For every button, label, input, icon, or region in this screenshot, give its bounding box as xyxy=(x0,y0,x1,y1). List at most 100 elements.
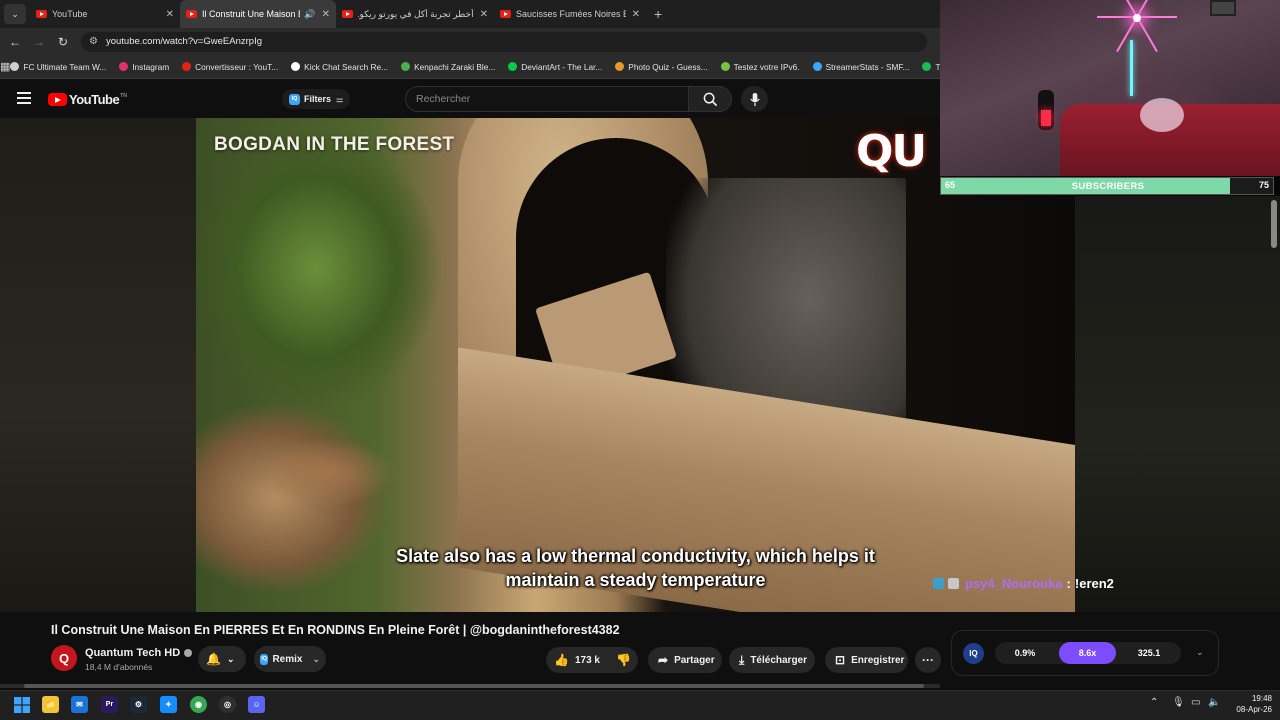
bookmark-item[interactable]: StreamerStats - SMF... xyxy=(812,61,910,72)
chat-badge-icon xyxy=(933,578,944,589)
save-button[interactable]: ⊡ Enregistrer xyxy=(825,647,908,673)
chrome-icon[interactable]: ◉ xyxy=(190,696,207,713)
page-scrollbar[interactable] xyxy=(1271,200,1277,248)
lamp-ray xyxy=(1116,16,1138,53)
wall-frame-decor xyxy=(1210,0,1236,16)
video-scene-dirt xyxy=(256,438,396,508)
tab-arabic-video[interactable]: أخطر تجربة أكل في يورتو ريكو... ✕ xyxy=(336,0,494,28)
tray-volume-icon[interactable]: 🔈 xyxy=(1208,697,1220,708)
youtube-play-icon xyxy=(48,93,67,106)
bookmark-favicon-icon xyxy=(508,62,518,71)
caption-line-1: Slate also has a low thermal conductivit… xyxy=(396,546,875,566)
ambient-glow-right xyxy=(1075,196,1280,612)
bookmark-item[interactable]: Convertisseur : YouT... xyxy=(182,62,278,72)
like-button[interactable]: 👍 173 k xyxy=(554,653,600,667)
channel-name[interactable]: Quantum Tech HD xyxy=(85,647,180,659)
channel-name-link[interactable]: Quantum Tech HD xyxy=(85,647,193,659)
iq-extension-icon: IQ xyxy=(260,653,269,665)
outlook-icon[interactable]: ✉ xyxy=(71,696,88,713)
new-tab-icon[interactable]: + xyxy=(654,6,662,22)
youtube-favicon-icon xyxy=(186,10,197,18)
video-title: Il Construit Une Maison En PIERRES Et En… xyxy=(51,623,620,637)
menu-icon[interactable] xyxy=(17,92,31,107)
voice-search-button[interactable] xyxy=(741,86,768,112)
premiere-pro-icon[interactable]: Pr xyxy=(101,696,118,713)
search-input[interactable]: Rechercher xyxy=(405,86,689,112)
pillow-decor xyxy=(1140,98,1184,132)
bookmark-item[interactable]: Kick Chat Search Re... xyxy=(291,62,388,72)
share-button[interactable]: ➦ Partager xyxy=(648,647,722,673)
search-button[interactable] xyxy=(688,86,732,112)
bookmark-favicon-icon xyxy=(615,62,625,71)
bookmark-favicon-icon xyxy=(182,62,192,71)
channel-watermark: BOGDAN IN THE FOREST xyxy=(214,134,455,155)
close-tab-icon[interactable]: ✕ xyxy=(322,9,330,20)
filters-button[interactable]: IQ Filters ⚌ xyxy=(282,89,350,109)
bookmark-item[interactable]: Photo Quiz - Guess... xyxy=(615,62,708,72)
more-actions-button[interactable]: ··· xyxy=(915,647,941,673)
bookmark-favicon-icon xyxy=(10,62,20,71)
thumbs-down-icon[interactable]: 👎 xyxy=(616,653,631,667)
discord-icon[interactable]: ☺ xyxy=(248,696,265,713)
bookmark-label: StreamerStats - SMF... xyxy=(825,61,910,72)
chat-text: !eren2 xyxy=(1074,576,1114,591)
reload-icon[interactable]: ↻ xyxy=(51,35,75,49)
tab-title: أخطر تجربة أكل في يورتو ريكو... xyxy=(358,8,474,19)
lamp-ray xyxy=(1136,16,1158,53)
audio-playing-icon[interactable]: 🔊 xyxy=(304,9,315,20)
youtube-favicon-icon xyxy=(500,10,511,18)
chat-username: psy4_Nourouka xyxy=(965,576,1063,591)
bookmark-list: FC Ultimate Team W... Instagram Convertiss… xyxy=(10,62,967,72)
bookmark-item[interactable]: DeviantArt - The Lar... xyxy=(508,62,602,72)
close-tab-icon[interactable]: ✕ xyxy=(632,9,640,20)
horizontal-scroll-thumb[interactable] xyxy=(24,684,924,688)
download-button[interactable]: ⤓ Télécharger xyxy=(729,647,815,673)
bookmark-item[interactable]: Instagram xyxy=(119,62,169,72)
system-clock[interactable]: 19:48 08-Apr-26 xyxy=(1226,693,1272,715)
share-arrow-icon: ➦ xyxy=(658,653,669,667)
tray-overflow-icon[interactable]: ⌃ xyxy=(1150,697,1158,708)
subscriber-count: 18,4 M d'abonnés xyxy=(85,662,153,672)
notifications-button[interactable]: 🔔 ⌄ xyxy=(198,646,246,672)
apps-grid-icon[interactable]: ▦ xyxy=(0,60,10,73)
chevron-down-icon[interactable]: ⌄ xyxy=(1196,647,1204,658)
remix-button[interactable]: IQ Remix ⌄ xyxy=(254,646,326,672)
forward-arrow-icon[interactable]: → xyxy=(27,35,51,49)
close-tab-icon[interactable]: ✕ xyxy=(480,9,488,20)
close-tab-icon[interactable]: ✕ xyxy=(166,9,174,20)
subscriber-goal-label: SUBSCRIBERS xyxy=(1071,180,1145,192)
iq-extension-logo[interactable]: IQ xyxy=(963,643,984,664)
address-bar[interactable]: ⚙ youtube.com/watch?v=GweEAnzrpIg xyxy=(81,31,927,52)
tray-network-icon[interactable]: ▭ xyxy=(1191,697,1200,708)
tab-active-video[interactable]: Il Construit Une Maison En PIERRES Et En… xyxy=(180,0,336,28)
bookmark-item[interactable]: Testez votre IPv6. xyxy=(720,61,800,72)
chevron-down-icon: ⌄ xyxy=(312,653,320,664)
back-arrow-icon[interactable]: ← xyxy=(3,35,27,49)
lamp-ray xyxy=(1097,16,1137,18)
file-explorer-icon[interactable]: 📁 xyxy=(42,696,59,713)
windows-start-icon[interactable] xyxy=(13,696,30,713)
bookmark-item[interactable]: FC Ultimate Team W... xyxy=(10,62,106,72)
steam-icon[interactable]: ⚙ xyxy=(130,696,147,713)
tab-saucisses-video[interactable]: Saucisses Fumées Noires Bushcraft ✕ xyxy=(494,0,646,28)
horizontal-scrollbar[interactable] xyxy=(0,684,940,688)
logo-country-code: TN xyxy=(120,92,127,99)
url-text[interactable]: youtube.com/watch?v=GweEAnzrpIg xyxy=(106,36,262,47)
youtube-logo[interactable]: YouTube TN xyxy=(48,92,127,107)
battle-net-icon[interactable]: ✦ xyxy=(160,696,177,713)
share-label: Partager xyxy=(674,654,715,666)
microphone-light xyxy=(1041,110,1051,126)
obs-icon[interactable]: ◎ xyxy=(219,696,236,713)
youtube-favicon-icon xyxy=(342,10,353,18)
screen: ⌄ YouTube ✕ Il Construit Une Maison En P… xyxy=(0,0,1280,720)
bookmark-item[interactable]: Kenpachi Zaraki Ble... xyxy=(401,62,495,72)
bookmark-add-icon: ⊡ xyxy=(835,653,846,667)
bookmark-label: Testez votre IPv6. xyxy=(733,61,800,72)
tray-mic-icon[interactable]: 🎙 xyxy=(1172,697,1185,708)
channel-avatar[interactable]: Q xyxy=(51,645,77,671)
tab-search-dropdown-icon[interactable]: ⌄ xyxy=(4,4,26,24)
download-icon: ⤓ xyxy=(739,652,745,667)
tab-youtube[interactable]: YouTube ✕ xyxy=(30,0,180,28)
windows-logo-icon xyxy=(13,696,30,713)
site-info-icon[interactable]: ⚙ xyxy=(89,36,98,47)
